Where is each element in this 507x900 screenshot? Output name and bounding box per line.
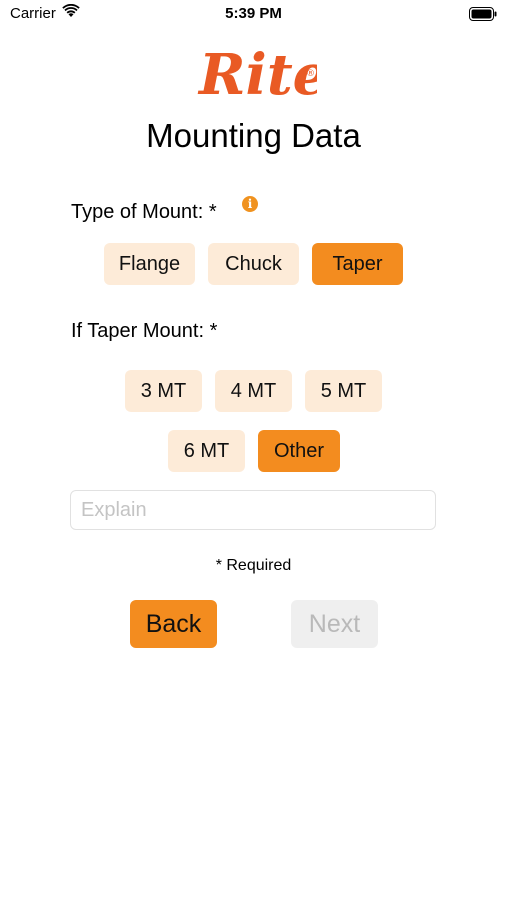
mount-option-taper[interactable]: Taper bbox=[312, 243, 403, 285]
taper-option-6mt[interactable]: 6 MT bbox=[168, 430, 245, 472]
taper-mount-label: If Taper Mount: * bbox=[71, 320, 218, 342]
svg-text:®: ® bbox=[306, 69, 315, 79]
next-button[interactable]: Next bbox=[291, 600, 378, 648]
taper-option-5mt[interactable]: 5 MT bbox=[305, 370, 382, 412]
mount-option-chuck[interactable]: Chuck bbox=[208, 243, 299, 285]
taper-option-4mt[interactable]: 4 MT bbox=[215, 370, 292, 412]
mount-option-flange[interactable]: Flange bbox=[104, 243, 195, 285]
battery-icon bbox=[469, 7, 497, 21]
back-button[interactable]: Back bbox=[130, 600, 217, 648]
page-title: Mounting Data bbox=[146, 117, 361, 154]
taper-option-3mt[interactable]: 3 MT bbox=[125, 370, 202, 412]
required-note: * Required bbox=[215, 557, 292, 574]
riten-logo: Riten ® bbox=[197, 42, 317, 108]
status-bar: Carrier 5:39 PM bbox=[0, 0, 507, 30]
info-icon[interactable]: i bbox=[242, 196, 258, 212]
taper-option-other[interactable]: Other bbox=[258, 430, 340, 472]
clock: 5:39 PM bbox=[225, 5, 282, 22]
svg-text:Riten: Riten bbox=[197, 42, 317, 108]
explain-input[interactable] bbox=[70, 490, 436, 530]
mount-type-label: Type of Mount: * bbox=[71, 201, 217, 223]
